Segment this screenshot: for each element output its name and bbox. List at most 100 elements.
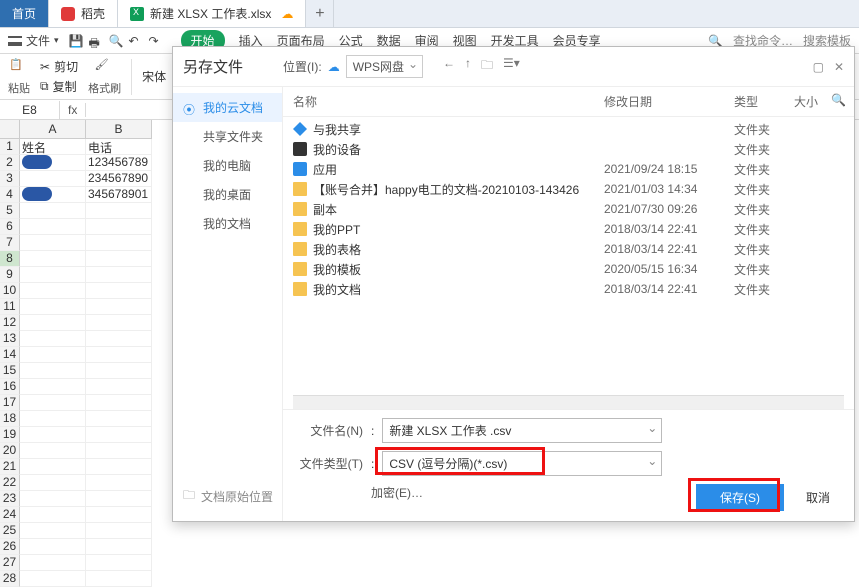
cell[interactable] xyxy=(20,235,86,251)
cell[interactable] xyxy=(20,571,86,587)
copy-button[interactable]: ⧉复制 xyxy=(40,78,78,95)
file-row[interactable]: 我的设备文件夹 xyxy=(293,139,844,159)
cell[interactable] xyxy=(86,299,152,315)
preview-icon[interactable]: 🔍 xyxy=(109,34,123,48)
sidebar-item-cloud[interactable]: ⦿我的云文档 xyxy=(173,93,282,122)
row-header[interactable]: 4 xyxy=(0,187,20,203)
select-all-corner[interactable] xyxy=(0,120,20,138)
row-header[interactable]: 15 xyxy=(0,363,20,379)
cell[interactable]: 345678901 xyxy=(86,187,152,203)
cell[interactable]: 电话 xyxy=(86,139,152,155)
cell[interactable] xyxy=(20,555,86,571)
cell[interactable] xyxy=(86,395,152,411)
row-header[interactable]: 6 xyxy=(0,219,20,235)
row-header[interactable]: 1 xyxy=(0,139,20,155)
file-menu[interactable]: 文件▾ xyxy=(8,32,59,49)
cell[interactable] xyxy=(86,571,152,587)
cell[interactable] xyxy=(20,347,86,363)
row-header[interactable]: 17 xyxy=(0,395,20,411)
cell[interactable] xyxy=(86,491,152,507)
row-header[interactable]: 5 xyxy=(0,203,20,219)
cell[interactable] xyxy=(20,491,86,507)
row-header[interactable]: 7 xyxy=(0,235,20,251)
location-select[interactable]: WPS网盘 xyxy=(346,55,423,78)
row-header[interactable]: 28 xyxy=(0,571,20,587)
cell[interactable] xyxy=(86,411,152,427)
new-folder-icon[interactable]: 🗀 xyxy=(481,56,493,77)
cell[interactable] xyxy=(86,459,152,475)
row-header[interactable]: 21 xyxy=(0,459,20,475)
file-row[interactable]: 副本2021/07/30 09:26文件夹 xyxy=(293,199,844,219)
row-header[interactable]: 27 xyxy=(0,555,20,571)
row-header[interactable]: 13 xyxy=(0,331,20,347)
cell[interactable] xyxy=(86,267,152,283)
sidebar-item-share[interactable]: 共享文件夹 xyxy=(173,122,282,151)
cell[interactable] xyxy=(20,331,86,347)
cell[interactable] xyxy=(20,539,86,555)
row-header[interactable]: 9 xyxy=(0,267,20,283)
cell[interactable]: 123456789 xyxy=(86,155,152,171)
filename-field[interactable]: 新建 XLSX 工作表 .csv xyxy=(382,418,662,443)
horizontal-scrollbar[interactable] xyxy=(293,395,844,409)
row-header[interactable]: 11 xyxy=(0,299,20,315)
cell[interactable] xyxy=(20,475,86,491)
cell[interactable] xyxy=(86,283,152,299)
cell[interactable] xyxy=(20,171,86,187)
cell[interactable] xyxy=(20,267,86,283)
sidebar-item-desk[interactable]: 我的桌面 xyxy=(173,180,282,209)
cell[interactable] xyxy=(20,203,86,219)
cell[interactable] xyxy=(20,411,86,427)
cell[interactable] xyxy=(86,475,152,491)
cell[interactable] xyxy=(20,315,86,331)
redo-icon[interactable]: ↷ xyxy=(149,34,163,48)
fx-button[interactable]: fx xyxy=(60,103,86,117)
col-b[interactable]: B xyxy=(86,120,152,138)
row-header[interactable]: 10 xyxy=(0,283,20,299)
row-header[interactable]: 8 xyxy=(0,251,20,267)
col-name[interactable]: 名称 xyxy=(293,93,604,110)
sidebar-item-pc[interactable]: 我的电脑 xyxy=(173,151,282,180)
row-header[interactable]: 2 xyxy=(0,155,20,171)
cell[interactable]: 姓名 xyxy=(20,139,86,155)
cell[interactable] xyxy=(20,379,86,395)
search-files-icon[interactable]: 🔍 xyxy=(831,93,846,107)
print-icon[interactable]: 🖶 xyxy=(89,34,103,48)
row-header[interactable]: 18 xyxy=(0,411,20,427)
file-row[interactable]: 应用2021/09/24 18:15文件夹 xyxy=(293,159,844,179)
cell[interactable] xyxy=(20,459,86,475)
cell[interactable] xyxy=(20,427,86,443)
cell[interactable] xyxy=(20,523,86,539)
format-painter[interactable]: 🖌 格式刷 xyxy=(88,58,121,96)
cell[interactable] xyxy=(86,315,152,331)
cell[interactable] xyxy=(86,251,152,267)
file-row[interactable]: 与我共享文件夹 xyxy=(293,119,844,139)
row-header[interactable]: 25 xyxy=(0,523,20,539)
file-row[interactable]: 【账号合并】happy电工的文档-20210103-1434262021/01/… xyxy=(293,179,844,199)
col-a[interactable]: A xyxy=(20,120,86,138)
cell[interactable] xyxy=(86,331,152,347)
window-close-icon[interactable]: ✕ xyxy=(834,60,844,74)
cell[interactable] xyxy=(20,299,86,315)
original-location[interactable]: 🗀 文档原始位置 xyxy=(183,486,273,507)
cell[interactable] xyxy=(20,395,86,411)
tab-home[interactable]: 首页 xyxy=(0,0,49,27)
file-row[interactable]: 我的模板2020/05/15 16:34文件夹 xyxy=(293,259,844,279)
sidebar-item-doc[interactable]: 我的文档 xyxy=(173,209,282,238)
tab-new[interactable] xyxy=(306,0,334,27)
row-header[interactable]: 24 xyxy=(0,507,20,523)
row-header[interactable]: 26 xyxy=(0,539,20,555)
cell[interactable] xyxy=(86,539,152,555)
cell[interactable] xyxy=(20,219,86,235)
cell[interactable] xyxy=(86,235,152,251)
cell[interactable] xyxy=(86,443,152,459)
row-header[interactable]: 22 xyxy=(0,475,20,491)
cell[interactable] xyxy=(20,363,86,379)
cell[interactable] xyxy=(86,427,152,443)
cell[interactable] xyxy=(20,507,86,523)
view-mode-icon[interactable]: ☰▾ xyxy=(503,56,520,77)
paste-group[interactable]: 📋 粘贴 xyxy=(8,58,30,96)
cell[interactable] xyxy=(86,523,152,539)
cell[interactable] xyxy=(86,219,152,235)
file-row[interactable]: 我的表格2018/03/14 22:41文件夹 xyxy=(293,239,844,259)
cell[interactable]: 234567890 xyxy=(86,171,152,187)
